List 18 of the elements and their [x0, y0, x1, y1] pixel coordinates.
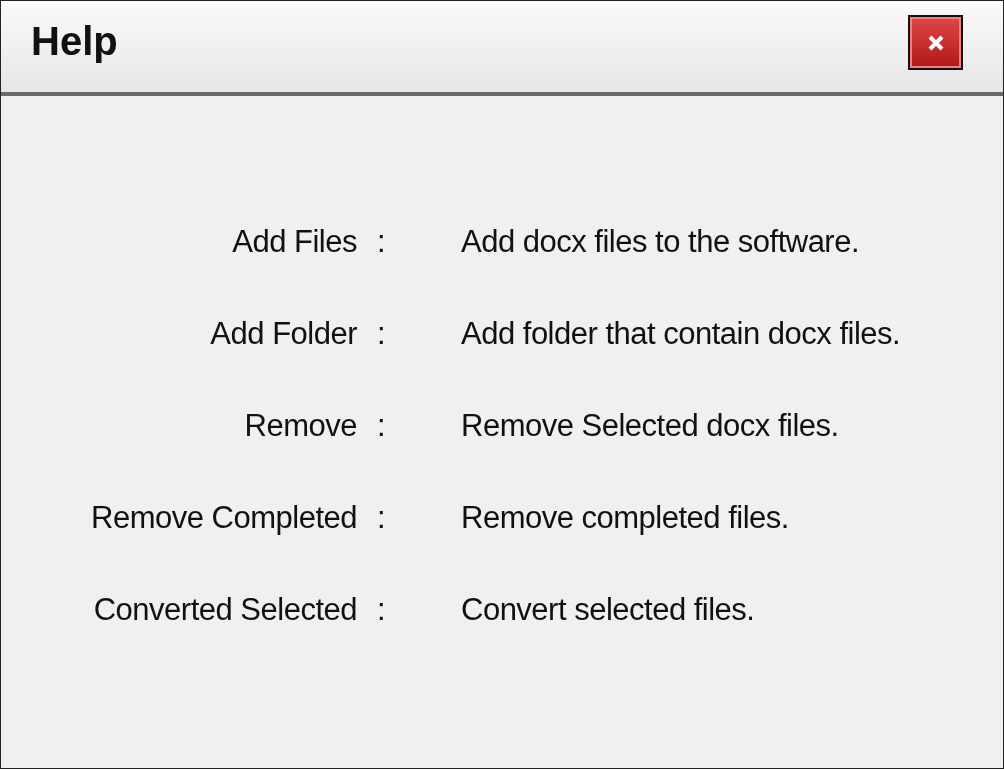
- command-label: Remove Completed: [91, 500, 357, 535]
- command-label: Converted Selected: [93, 592, 357, 627]
- separator: :: [377, 316, 386, 351]
- close-icon: [926, 33, 945, 52]
- command-description: Convert selected files.: [461, 592, 755, 627]
- command-description: Remove completed files.: [461, 500, 789, 535]
- command-description: Add folder that contain docx files.: [461, 316, 901, 351]
- separator: :: [377, 592, 386, 627]
- command-label: Remove: [244, 408, 357, 443]
- window-title: Help: [31, 21, 118, 61]
- close-button[interactable]: [908, 15, 963, 70]
- command-label: Add Files: [232, 224, 357, 259]
- separator: :: [377, 224, 386, 259]
- command-description: Add docx files to the software.: [461, 224, 860, 259]
- separator: :: [377, 500, 386, 535]
- command-label: Add Folder: [210, 316, 357, 351]
- separator: :: [377, 408, 386, 443]
- command-description: Remove Selected docx files.: [461, 408, 839, 443]
